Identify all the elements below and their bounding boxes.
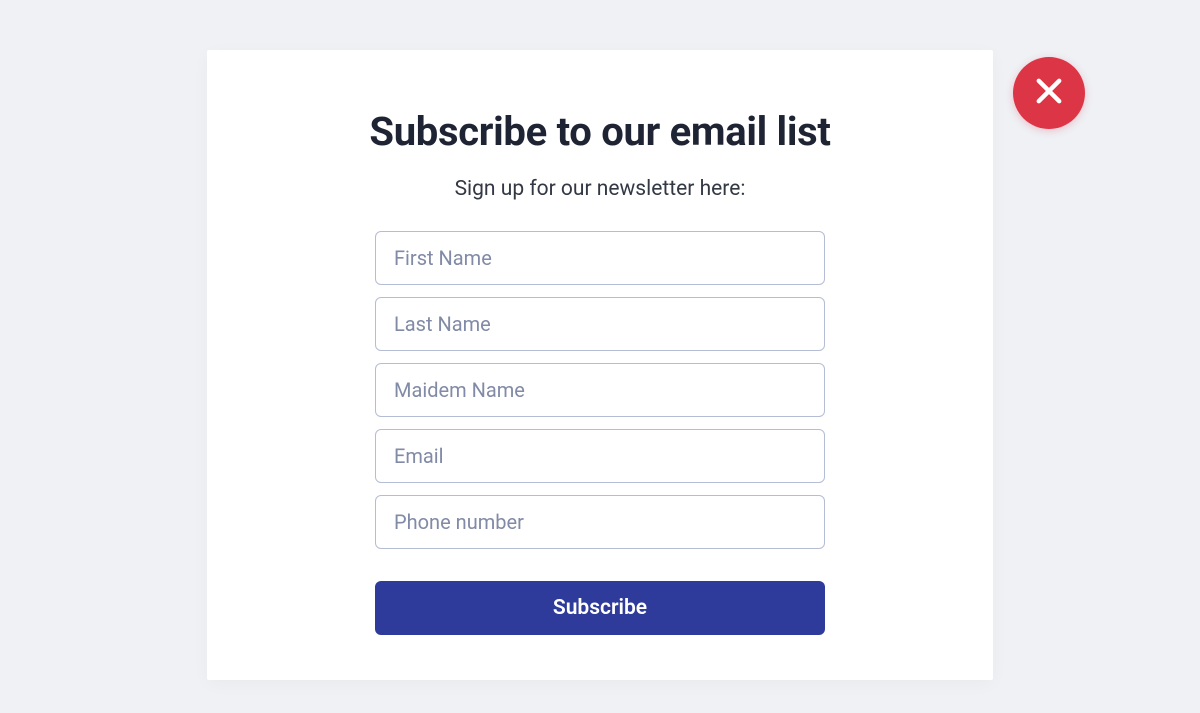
email-field[interactable] xyxy=(375,429,825,483)
subscribe-modal: Subscribe to our email list Sign up for … xyxy=(207,50,993,680)
modal-title: Subscribe to our email list xyxy=(207,108,993,155)
last-name-field[interactable] xyxy=(375,297,825,351)
close-icon xyxy=(1032,74,1066,112)
first-name-field[interactable] xyxy=(375,231,825,285)
subscribe-button[interactable]: Subscribe xyxy=(375,581,825,635)
spacer xyxy=(375,561,825,569)
subscribe-form: Subscribe xyxy=(375,231,825,635)
close-button[interactable] xyxy=(1013,57,1085,129)
modal-subtitle: Sign up for our newsletter here: xyxy=(207,177,993,201)
maiden-name-field[interactable] xyxy=(375,363,825,417)
phone-field[interactable] xyxy=(375,495,825,549)
